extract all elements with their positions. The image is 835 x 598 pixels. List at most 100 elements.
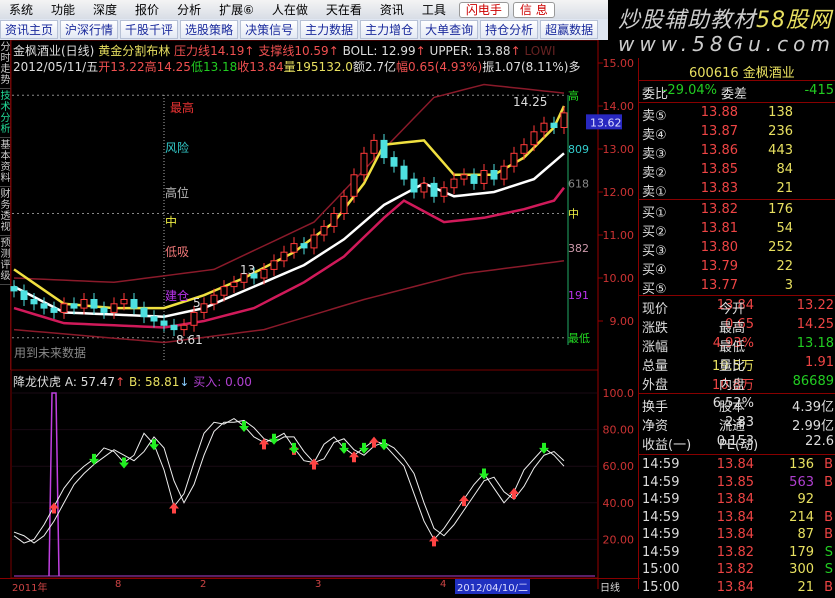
menu-item[interactable]: 深度	[84, 1, 126, 18]
candle-body	[550, 122, 558, 128]
stat-value: 13.18	[796, 336, 834, 351]
menu-item[interactable]: 人在做	[263, 1, 317, 18]
fund-label: 流通	[719, 419, 746, 434]
indicator-buy: 买入: 0.00	[193, 375, 252, 389]
toolbar-tab[interactable]: 决策信号	[240, 20, 299, 39]
ask-label: 卖①	[642, 185, 667, 200]
upper-value: UPPER: 13.88	[429, 44, 511, 58]
ask-volume: 84	[776, 162, 793, 177]
price-axis-label: 15.00	[603, 57, 635, 70]
date-tick: 4	[440, 579, 447, 590]
fund-label: 收益(一)	[642, 438, 692, 453]
ask-row: 卖① 13.83 21	[639, 180, 835, 200]
indicator-axis-label: 60.00	[603, 460, 635, 473]
candle-body	[520, 144, 528, 154]
chart-label-top: 最高	[170, 100, 194, 115]
menu-item[interactable]: 分析	[168, 1, 210, 18]
fund-label: 换手	[642, 400, 669, 415]
chart-label-mid: 中	[165, 214, 177, 229]
candle-body	[270, 260, 278, 270]
bid-price: 13.81	[700, 221, 738, 236]
menu-item[interactable]: 扩展⑥	[210, 1, 263, 18]
stat-label: 最低	[719, 340, 746, 355]
ask-volume: 21	[776, 181, 793, 196]
tick-row: 14:59 13.84 87 B	[639, 526, 835, 545]
ask-label: 卖②	[642, 166, 667, 181]
fib-label: 809	[568, 143, 589, 156]
candle-body	[60, 303, 68, 313]
tick-side: B	[824, 527, 833, 542]
candle-body	[430, 182, 438, 197]
ask-label: 卖⑤	[642, 109, 667, 124]
kline-chart[interactable]: 15.00 14.00 13.00 12.00 11.00 10.00 9.00 100.0 8…	[0, 40, 638, 589]
indicator-B-line	[13, 419, 565, 544]
toolbar-tab[interactable]: 持仓分析	[480, 20, 539, 39]
banner-brand: 58股网	[756, 8, 833, 33]
tick-volume: 563	[789, 474, 814, 490]
stock-period-label: 金枫酒业(日线)	[13, 44, 95, 58]
weicha-value: -415	[804, 83, 834, 98]
period-label[interactable]: 日线	[600, 579, 620, 594]
chart-label-risk: 风险	[165, 140, 189, 155]
bid-price: 13.77	[700, 278, 738, 293]
menu-item[interactable]: 系统	[0, 1, 42, 18]
fund-row: 收益(一) 0.153 PE(动) 22.6	[639, 433, 835, 453]
quote-title: 600616 金枫酒业	[639, 61, 835, 81]
tick-side: S	[824, 562, 833, 577]
tick-price: 13.85	[716, 474, 754, 490]
price-pane-frame	[10, 40, 599, 371]
menu-button[interactable]: 信 息	[512, 1, 555, 18]
candle-body	[180, 324, 188, 331]
weibi-row: 委比 -29.04% 委差 -415	[639, 82, 835, 102]
candle-body	[190, 311, 198, 326]
menu-item[interactable]: 天在看	[317, 1, 371, 18]
toolbar-tab[interactable]: 主力增仓	[360, 20, 419, 39]
tick-side: B	[824, 474, 833, 490]
buy-arrow-icon	[309, 458, 319, 470]
candle-body	[290, 243, 298, 253]
date-axis: 2011年 8 2 3 4 2012/04/10/二 日线	[0, 578, 640, 594]
tick-side: S	[824, 544, 833, 560]
toolbar-tab[interactable]: 选股策略	[180, 20, 239, 39]
indicator-name[interactable]: 黄金分割布林	[98, 44, 170, 58]
tick-time: 14:59	[642, 527, 680, 542]
stat-value: 1.91	[805, 355, 834, 370]
toolbar-tab[interactable]: 超赢数据	[540, 20, 599, 39]
candle-body	[220, 286, 228, 296]
indicator-title[interactable]: 降龙伏虎	[13, 375, 61, 389]
candle-body	[370, 139, 378, 154]
watermark-banner: 炒股辅助教材58股网 www.58Gu.com	[608, 0, 835, 58]
tick-time: 14:59	[642, 509, 680, 525]
candle-body	[480, 170, 488, 184]
weicha-label: 委差	[721, 87, 748, 102]
tick-row: 15:00 13.82 300 S	[639, 561, 835, 580]
ask-row: 卖⑤ 13.88 138	[639, 104, 835, 124]
tick-time: 14:59	[642, 492, 680, 507]
tick-side: B	[824, 509, 833, 525]
tick-volume: 214	[789, 509, 814, 525]
toolbar-tab[interactable]: 主力数据	[300, 20, 359, 39]
toolbar-tab[interactable]: 沪深行情	[60, 20, 119, 39]
menu-item[interactable]: 报价	[126, 1, 168, 18]
candle-body	[330, 213, 338, 227]
tick-time: 14:59	[642, 457, 680, 472]
tick-price: 13.84	[716, 527, 754, 542]
menu-item[interactable]: 资讯	[371, 1, 413, 18]
divider	[639, 80, 835, 81]
buy-signal-spike	[48, 392, 60, 577]
toolbar-tab[interactable]: 大单查询	[420, 20, 479, 39]
stat-value: 14.25	[796, 317, 834, 332]
candle-body	[320, 225, 328, 236]
toolbar-tab[interactable]: 资讯主页	[0, 20, 59, 39]
menu-item[interactable]: 工具	[413, 1, 455, 18]
candle-body	[420, 182, 428, 193]
menu-item[interactable]: 功能	[42, 1, 84, 18]
bid-row: 买② 13.81 54	[639, 220, 835, 240]
tick-time: 14:59	[642, 474, 680, 490]
quote-panel: 600616 金枫酒业 委比 -29.04% 委差 -415 卖⑤ 13.88 138 卖④ 13…	[638, 58, 835, 595]
tick-side: B	[824, 579, 833, 595]
tick-price: 13.82	[716, 544, 754, 560]
menu-button[interactable]: 闪电手	[458, 1, 509, 18]
toolbar-tab[interactable]: 千股千评	[120, 20, 179, 39]
menu-bar: 系统 功能 深度 报价 分析 扩展⑥ 人在做 天在看 资讯 工具 闪电手信 息	[0, 0, 620, 19]
